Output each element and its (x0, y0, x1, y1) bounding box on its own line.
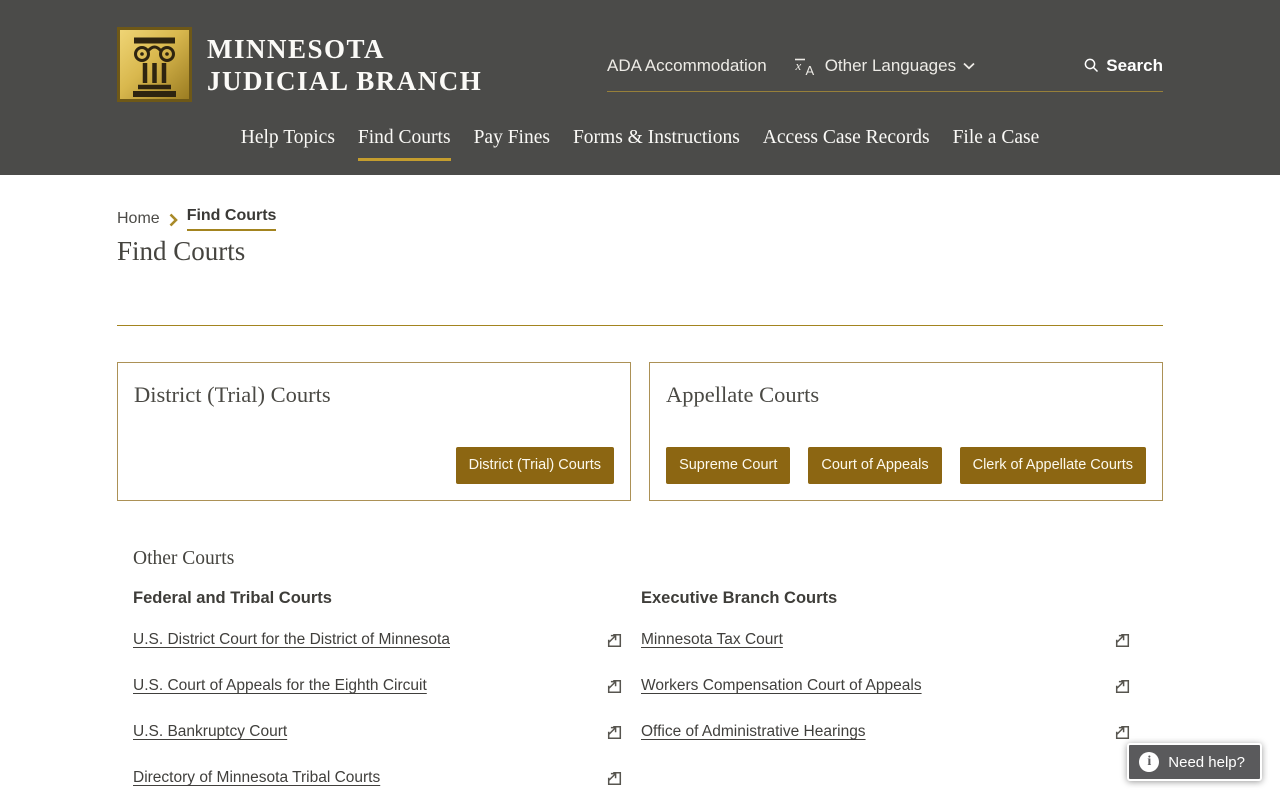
external-link-icon[interactable] (1114, 632, 1131, 649)
external-link-icon[interactable] (1114, 724, 1131, 741)
brand-name-line2: JUDICIAL BRANCH (207, 65, 483, 96)
nav-item-access-case-records[interactable]: Access Case Records (763, 127, 930, 161)
tribal-courts-directory-link[interactable]: Directory of Minnesota Tribal Courts (133, 769, 380, 787)
court-cards: District (Trial) Courts District (Trial)… (117, 362, 1163, 501)
list-item: U.S. Court of Appeals for the Eighth Cir… (133, 663, 623, 709)
card-title-appellate: Appellate Courts (666, 382, 820, 407)
breadcrumb-home-link[interactable]: Home (117, 210, 160, 228)
federal-tribal-courts-column: Federal and Tribal Courts U.S. District … (133, 589, 623, 800)
nav-item-find-courts[interactable]: Find Courts (357, 127, 451, 161)
list-item: U.S. District Court for the District of … (133, 617, 623, 663)
us-district-court-link[interactable]: U.S. District Court for the District of … (133, 631, 450, 649)
card-title-district: District (Trial) Courts (134, 382, 331, 407)
external-link-icon[interactable] (606, 678, 623, 695)
executive-branch-courts-column: Executive Branch Courts Minnesota Tax Co… (641, 589, 1131, 800)
svg-text:A: A (805, 63, 814, 77)
other-courts-section: Other Courts Federal and Tribal Courts U… (117, 545, 1163, 800)
list-item: Workers Compensation Court of Appeals (641, 663, 1131, 709)
other-languages-menu[interactable]: x A Other Languages (793, 55, 975, 77)
column-pillar-icon (117, 27, 192, 102)
external-link-icon[interactable] (1114, 678, 1131, 695)
nav-item-forms-instructions[interactable]: Forms & Instructions (573, 127, 740, 161)
chevron-down-icon (963, 62, 975, 70)
district-trial-courts-card: District (Trial) Courts District (Trial)… (117, 362, 631, 501)
us-court-of-appeals-link[interactable]: U.S. Court of Appeals for the Eighth Cir… (133, 677, 427, 695)
site-header: MINNESOTA JUDICIAL BRANCH ADA Accommodat… (0, 0, 1280, 175)
supreme-court-button[interactable]: Supreme Court (666, 447, 791, 484)
search-label: Search (1106, 55, 1163, 75)
brand-logo[interactable]: MINNESOTA JUDICIAL BRANCH (117, 27, 482, 102)
svg-text:x: x (794, 58, 801, 73)
other-languages-label: Other Languages (824, 55, 957, 75)
column-heading-federal-tribal: Federal and Tribal Courts (133, 589, 332, 607)
external-link-icon[interactable] (606, 724, 623, 741)
breadcrumb: Home Find Courts (117, 175, 1163, 231)
need-help-label: Need help? (1168, 753, 1245, 771)
external-link-icon[interactable] (606, 632, 623, 649)
list-item: Minnesota Tax Court (641, 617, 1131, 663)
page: { "brand": { "line1": "MINNESOTA", "line… (0, 0, 1280, 800)
info-icon: i (1139, 752, 1160, 772)
chevron-right-icon (169, 213, 178, 227)
need-help-button[interactable]: i Need help? (1127, 743, 1262, 781)
list-item: U.S. Bankruptcy Court (133, 709, 623, 755)
search-icon (1083, 57, 1100, 74)
nav-item-help-topics[interactable]: Help Topics (241, 127, 335, 161)
clerk-of-appellate-courts-button[interactable]: Clerk of Appellate Courts (959, 447, 1146, 484)
utility-bar: ADA Accommodation x A Other Languages Se… (607, 40, 1163, 92)
office-administrative-hearings-link[interactable]: Office of Administrative Hearings (641, 723, 866, 741)
search-button[interactable]: Search (1083, 56, 1163, 76)
us-bankruptcy-court-link[interactable]: U.S. Bankruptcy Court (133, 723, 287, 741)
ada-accommodation-link[interactable]: ADA Accommodation (607, 56, 767, 76)
page-title: Find Courts (117, 236, 246, 266)
district-trial-courts-button[interactable]: District (Trial) Courts (455, 447, 614, 484)
nav-item-file-a-case[interactable]: File a Case (953, 127, 1040, 161)
divider-rule (117, 325, 1163, 326)
list-item: Directory of Minnesota Tribal Courts (133, 755, 623, 800)
brand-name-line1: MINNESOTA (207, 33, 386, 64)
main-nav: Help Topics Find Courts Pay Fines Forms … (117, 127, 1163, 161)
minnesota-tax-court-link[interactable]: Minnesota Tax Court (641, 631, 783, 649)
nav-item-pay-fines[interactable]: Pay Fines (474, 127, 550, 161)
other-courts-title: Other Courts (133, 548, 235, 569)
breadcrumb-current[interactable]: Find Courts (186, 207, 277, 231)
workers-compensation-court-link[interactable]: Workers Compensation Court of Appeals (641, 677, 922, 695)
column-heading-executive-branch: Executive Branch Courts (641, 589, 838, 607)
appellate-courts-card: Appellate Courts Supreme Court Court of … (649, 362, 1163, 501)
translate-icon: x A (793, 55, 818, 77)
main-content: Home Find Courts Find Courts District (T… (117, 175, 1163, 800)
court-of-appeals-button[interactable]: Court of Appeals (808, 447, 942, 484)
list-item: Office of Administrative Hearings (641, 709, 1131, 755)
external-link-icon[interactable] (606, 770, 623, 787)
